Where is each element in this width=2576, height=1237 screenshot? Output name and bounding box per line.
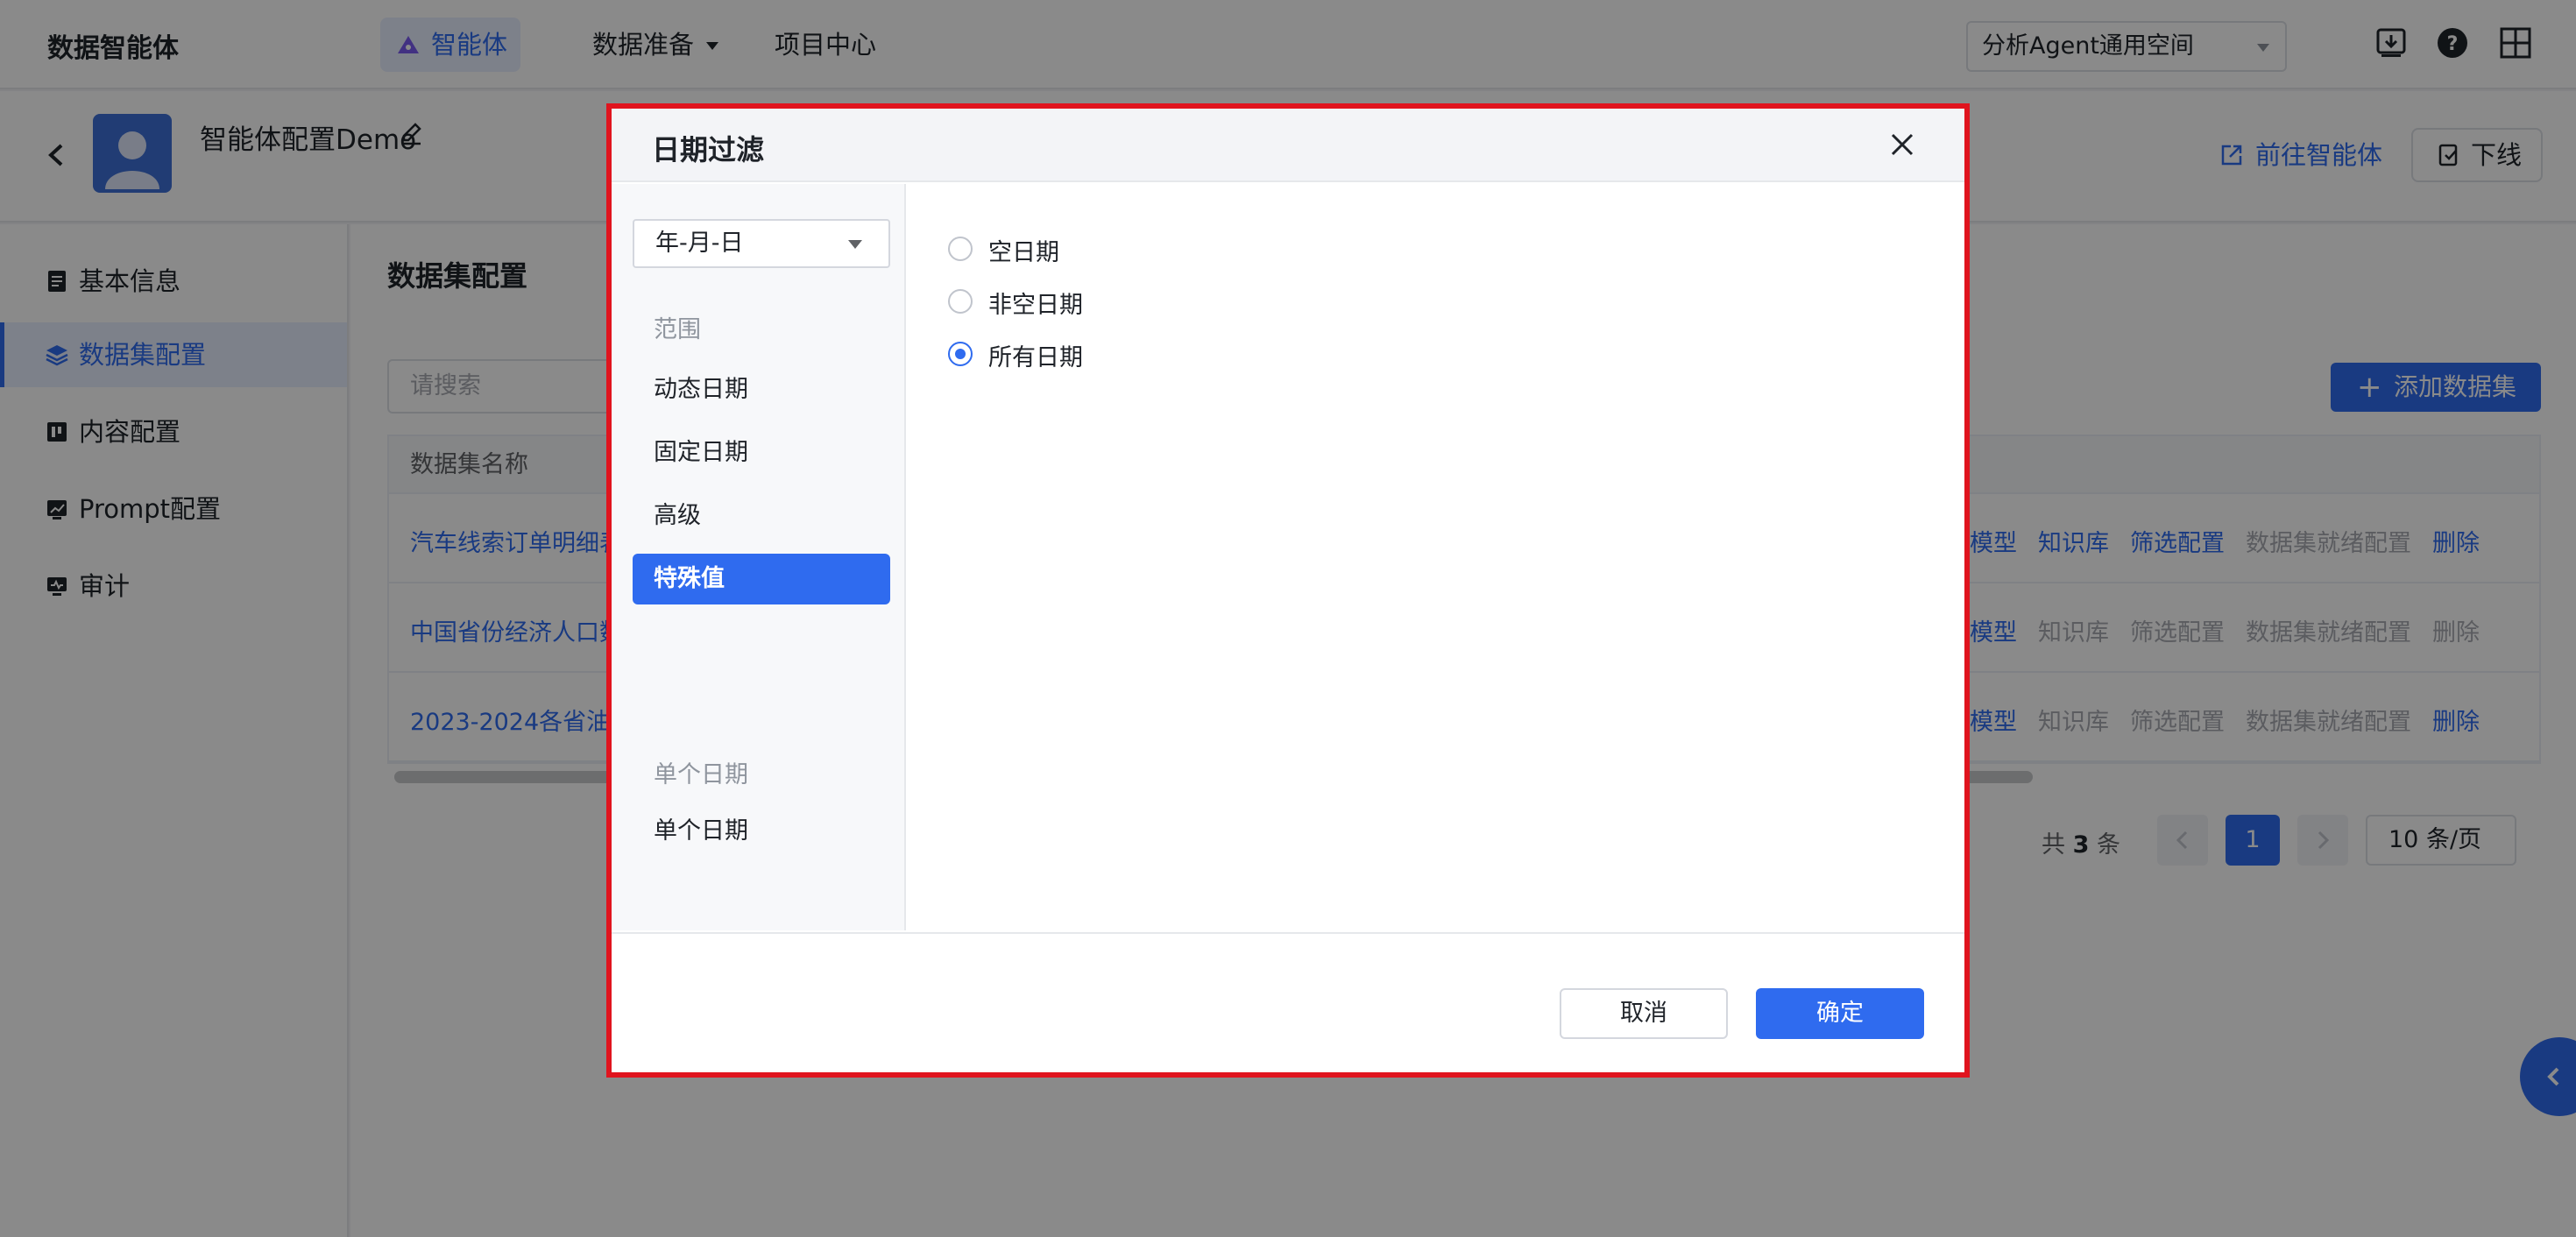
filter-item-dynamic-date[interactable]: 动态日期 <box>633 364 890 415</box>
radio-label: 非空日期 <box>988 292 1083 319</box>
group-label-single-date: 单个日期 <box>654 761 748 788</box>
special-value-options: 空日期 非空日期 所有日期 <box>908 184 1964 930</box>
filter-item-fixed-date[interactable]: 固定日期 <box>633 428 890 478</box>
date-format-value: 年-月-日 <box>655 230 744 257</box>
filter-type-panel: 年-月-日 范围 动态日期 固定日期 高级 特殊值 单个日期 单个日期 <box>612 184 906 930</box>
filter-item-special-value[interactable]: 特殊值 <box>633 554 890 604</box>
caret-down-icon <box>848 240 862 249</box>
app-root: 数据智能体 智能体 数据准备 项目中心 分析Agent通用空间 ? 智能体配置D… <box>0 0 2576 1237</box>
dialog-title: 日期过滤 <box>652 133 765 166</box>
radio-label: 所有日期 <box>988 344 1083 371</box>
filter-item-advanced[interactable]: 高级 <box>633 491 890 541</box>
radio-button-selected[interactable] <box>948 342 973 366</box>
cancel-button[interactable]: 取消 <box>1560 988 1728 1039</box>
radio-button[interactable] <box>948 237 973 261</box>
dialog-footer: 取消 确定 <box>612 932 1964 1072</box>
radio-label: 空日期 <box>988 239 1059 266</box>
date-filter-dialog: 日期过滤 年-月-日 范围 动态日期 固定日期 高级 特殊值 单个日期 单个日期… <box>606 103 1970 1078</box>
date-format-select[interactable]: 年-月-日 <box>633 219 890 268</box>
filter-item-single-date[interactable]: 单个日期 <box>633 806 890 857</box>
dialog-header: 日期过滤 <box>612 109 1964 182</box>
radio-button[interactable] <box>948 289 973 314</box>
close-icon[interactable] <box>1889 131 1915 158</box>
group-label-range: 范围 <box>654 316 701 343</box>
confirm-button[interactable]: 确定 <box>1756 988 1924 1039</box>
